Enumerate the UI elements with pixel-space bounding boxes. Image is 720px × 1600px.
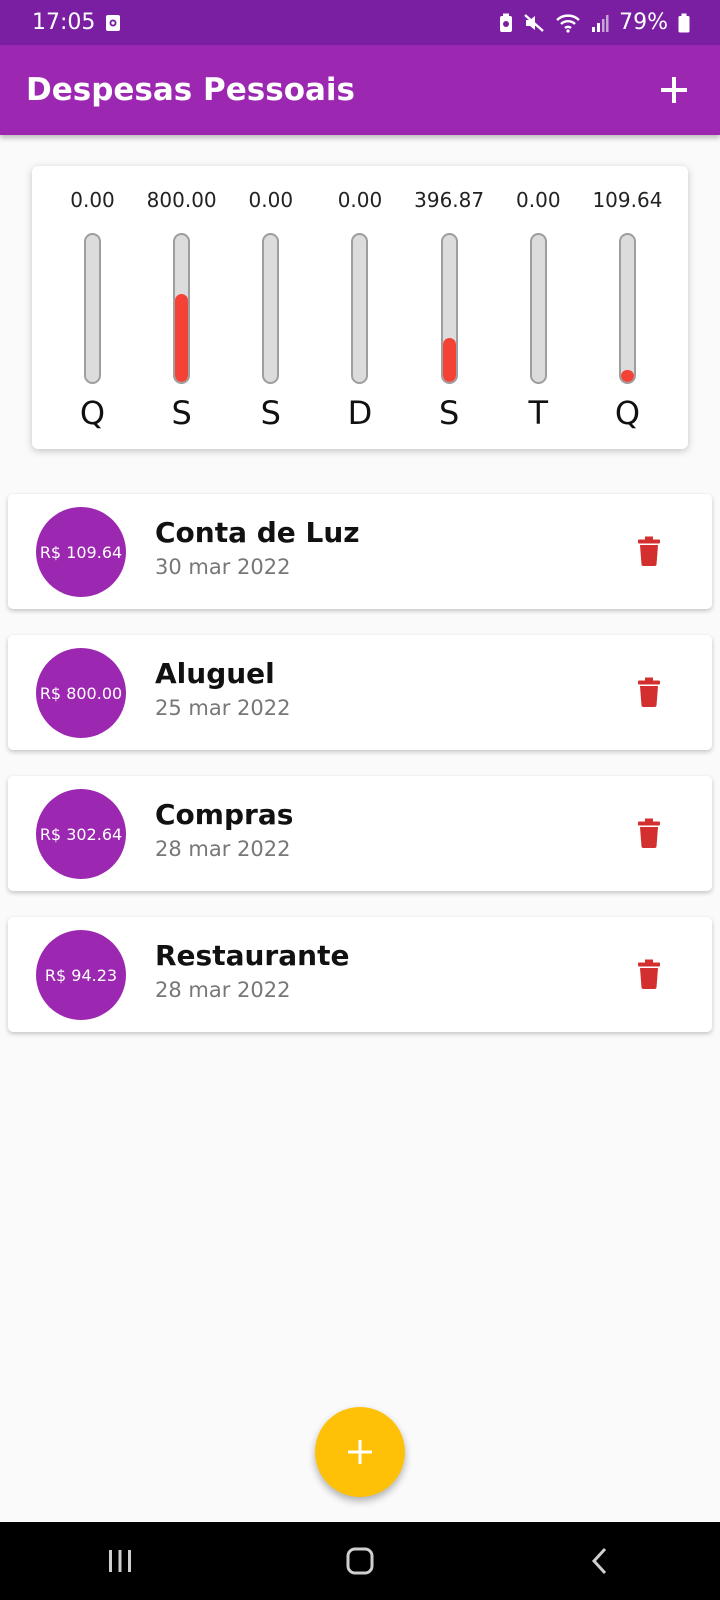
back-button[interactable] [560, 1531, 640, 1591]
add-expense-button[interactable] [652, 68, 696, 112]
bar-day-label: S [260, 394, 281, 432]
expense-text: Compras 28 mar 2022 [155, 798, 293, 861]
expense-item[interactable]: R$ 302.64 Compras 28 mar 2022 [8, 776, 712, 891]
chart-bar-1: 800.00 S [137, 166, 226, 449]
expense-date: 28 mar 2022 [155, 837, 291, 861]
bar-track [84, 233, 101, 384]
bar-value-label: 0.00 [248, 188, 294, 212]
expense-text: Restaurante 28 mar 2022 [155, 939, 349, 1002]
app-title: Despesas Pessoais [26, 72, 355, 108]
expense-item[interactable]: R$ 109.64 Conta de Luz 30 mar 2022 [8, 494, 712, 609]
chart-bar-3: 0.00 D [315, 166, 404, 449]
bar-value-label: 800.00 [146, 188, 217, 212]
bar-day-label: D [347, 394, 373, 432]
bar-value-label: 0.00 [70, 188, 115, 212]
expense-amount-avatar: R$ 94.23 [36, 930, 126, 1020]
recent-apps-button[interactable] [80, 1531, 160, 1591]
expense-title: Conta de Luz [155, 516, 360, 549]
status-right: 79% [499, 10, 690, 35]
battery-percent: 79% [619, 10, 668, 35]
expense-amount-avatar: R$ 302.64 [36, 789, 126, 879]
expense-item[interactable]: R$ 94.23 Restaurante 28 mar 2022 [8, 917, 712, 1032]
bar-track [529, 233, 547, 384]
bar-day-label: S [438, 394, 460, 432]
back-icon [591, 1547, 607, 1575]
app-bar: Despesas Pessoais [0, 45, 720, 135]
weekly-chart-card: 0.00 Q 800.00 S 0.00 S 0.00 D 396.87 S 0.00 T 109.64… [32, 166, 688, 449]
status-bar: 17:05 79% [0, 0, 720, 45]
expense-title: Compras [155, 798, 294, 831]
bar-value-label: 109.64 [592, 188, 663, 212]
expense-title: Aluguel [155, 657, 275, 690]
status-time: 17:05 [32, 10, 96, 35]
trash-icon [638, 536, 660, 566]
delete-expense-button[interactable] [634, 675, 664, 709]
bar-day-label: T [528, 394, 549, 432]
bar-value-label: 0.00 [516, 188, 561, 212]
status-left: 17:05 [32, 10, 121, 35]
bar-track [351, 233, 369, 384]
delete-expense-button[interactable] [634, 816, 664, 850]
recent-apps-icon [109, 1550, 131, 1572]
expense-amount: R$ 94.23 [44, 965, 118, 985]
battery-icon [678, 13, 690, 33]
expense-date: 25 mar 2022 [155, 696, 291, 720]
bar-fill [620, 370, 634, 382]
plus-icon [348, 1440, 372, 1464]
bar-fill [442, 337, 456, 382]
bar-fill [175, 293, 189, 382]
expense-amount: R$ 109.64 [39, 542, 123, 562]
trash-icon [638, 959, 660, 989]
bar-track [440, 233, 458, 384]
system-nav-bar [0, 1522, 720, 1600]
bar-track [173, 233, 191, 384]
bar-day-label: Q [614, 394, 641, 432]
expense-text: Aluguel 25 mar 2022 [155, 657, 290, 720]
delete-expense-button[interactable] [634, 957, 664, 991]
mute-icon [523, 13, 545, 33]
bar-day-label: S [171, 394, 192, 432]
expense-title: Restaurante [155, 939, 350, 972]
bar-value-label: 0.00 [337, 188, 383, 212]
add-expense-fab[interactable] [315, 1407, 405, 1497]
expense-amount-avatar: R$ 109.64 [36, 507, 126, 597]
chart-bar-5: 0.00 T [494, 166, 583, 449]
expense-amount-avatar: R$ 800.00 [36, 648, 126, 738]
expense-list: R$ 109.64 Conta de Luz 30 mar 2022 R$ 800.0… [8, 494, 712, 1058]
wifi-icon [555, 13, 581, 33]
chart-bar-6: 109.64 Q [583, 166, 672, 449]
expense-amount: R$ 302.64 [39, 824, 123, 844]
chart-bar-4: 396.87 S [405, 166, 494, 449]
bar-value-label: 396.87 [414, 188, 485, 212]
bar-track [618, 233, 636, 384]
home-icon [346, 1547, 374, 1575]
chart-bar-0: 0.00 Q [48, 166, 137, 449]
plus-icon [661, 77, 687, 103]
chart-bar-2: 0.00 S [226, 166, 315, 449]
expense-text: Conta de Luz 30 mar 2022 [155, 516, 360, 579]
trash-icon [638, 677, 660, 707]
bar-day-label: Q [79, 394, 106, 432]
expense-item[interactable]: R$ 800.00 Aluguel 25 mar 2022 [8, 635, 712, 750]
trash-icon [638, 818, 660, 848]
screen-record-icon [105, 14, 121, 32]
battery-saver-icon [499, 13, 513, 33]
bar-track [262, 233, 280, 384]
expense-amount: R$ 800.00 [39, 683, 123, 703]
delete-expense-button[interactable] [634, 534, 664, 568]
expense-date: 28 mar 2022 [155, 978, 291, 1002]
weekly-chart: 0.00 Q 800.00 S 0.00 S 0.00 D 396.87 S 0.00 T 109.64… [48, 166, 672, 449]
home-button[interactable] [320, 1531, 400, 1591]
signal-icon [591, 14, 609, 32]
expense-date: 30 mar 2022 [155, 555, 291, 579]
